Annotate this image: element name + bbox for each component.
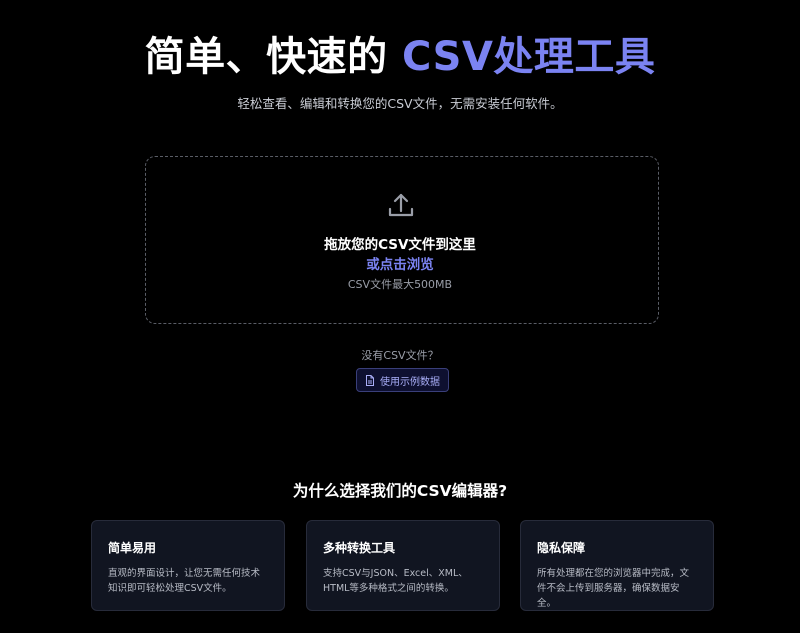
features-heading: 为什么选择我们的CSV编辑器? <box>292 482 508 500</box>
feature-card-conversion: 多种转换工具 支持CSV与JSON、Excel、XML、HTML等多种格式之间的… <box>306 520 500 611</box>
use-sample-data-button[interactable]: 使用示例数据 <box>356 368 449 392</box>
feature-card-easy: 简单易用 直观的界面设计，让您无需任何技术知识即可轻松处理CSV文件。 <box>91 520 285 611</box>
use-sample-data-label: 使用示例数据 <box>380 376 440 388</box>
feature-card-privacy: 隐私保障 所有处理都在您的浏览器中完成，文件不会上传到服务器，确保数据安全。 <box>520 520 714 611</box>
title-accent: CSV处理工具 <box>402 34 656 80</box>
page-title: 简单、快速的 CSV处理工具 <box>0 30 800 84</box>
feature-card-title: 简单易用 <box>108 541 157 555</box>
dropzone-title: 拖放您的CSV文件到这里 <box>324 237 476 253</box>
browse-link-row: 或点击浏览 <box>0 253 800 273</box>
feature-card-title: 隐私保障 <box>537 541 586 555</box>
no-file-question: 没有CSV文件？ <box>361 349 439 362</box>
upload-icon <box>388 193 414 217</box>
file-size-hint: CSV文件最大500MB <box>347 278 453 291</box>
browse-link[interactable]: 或点击浏览 <box>366 257 434 273</box>
feature-card-desc: 支持CSV与JSON、Excel、XML、HTML等多种格式之间的转换。 <box>323 568 468 594</box>
feature-card-desc: 直观的界面设计，让您无需任何技术知识即可轻松处理CSV文件。 <box>108 568 261 594</box>
title-main: 简单、快速的 <box>144 34 388 80</box>
feature-card-desc: 所有处理都在您的浏览器中完成，文件不会上传到服务器，确保数据安全。 <box>537 568 690 609</box>
page-subtitle: 轻松查看、编辑和转换您的CSV文件，无需安装任何软件。 <box>237 96 563 111</box>
document-icon <box>366 374 374 386</box>
feature-card-title: 多种转换工具 <box>323 541 396 555</box>
page: 简单、快速的 CSV处理工具 轻松查看、编辑和转换您的CSV文件，无需安装任何软… <box>0 0 800 633</box>
